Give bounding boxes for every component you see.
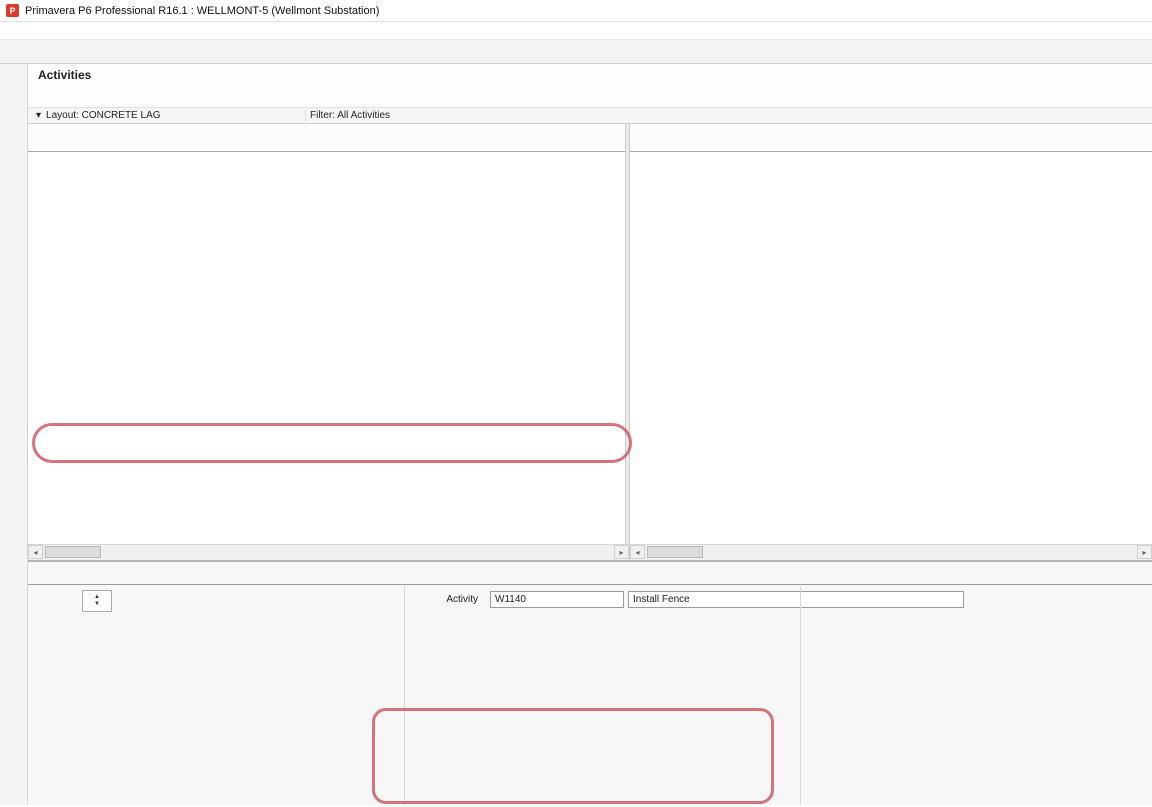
left-icon-bar	[0, 64, 28, 805]
table-header	[28, 124, 625, 152]
layout-label: Layout: CONCRETE LAG	[46, 110, 160, 121]
activity-table	[28, 124, 625, 544]
filter-label[interactable]: Filter: All Activities	[306, 110, 390, 121]
table-hscrollbar[interactable]: ◂ ▸	[28, 545, 630, 560]
layout-bar: ▾ Layout: CONCRETE LAG Filter: All Activ…	[28, 108, 1152, 124]
gantt-rows	[630, 152, 1152, 544]
menu-bar	[0, 22, 1152, 40]
gantt-timescale	[630, 124, 1152, 152]
open-view-tabs	[28, 86, 1152, 108]
gantt-scroll-left-icon[interactable]: ◂	[630, 545, 645, 559]
toolbar	[0, 40, 1152, 64]
activity-id-field[interactable]: W1140	[490, 591, 624, 608]
app-icon: P	[6, 4, 19, 17]
table-rows	[28, 152, 625, 544]
activity-field-label: Activity	[398, 594, 478, 605]
chevron-down-icon: ▾	[36, 110, 41, 121]
table-scroll-thumb[interactable]	[45, 546, 101, 558]
gantt-chart	[630, 124, 1152, 544]
activity-details-panel: ▲▼ Activity W1140 Install Fence	[28, 560, 1152, 806]
scroll-right-icon[interactable]: ▸	[614, 545, 629, 559]
title-bar: P Primavera P6 Professional R16.1 : WELL…	[0, 0, 1152, 22]
gantt-hscrollbar[interactable]: ◂ ▸	[630, 545, 1152, 560]
activity-navigator-spinner[interactable]: ▲▼	[82, 590, 112, 612]
layout-selector[interactable]: ▾ Layout: CONCRETE LAG	[28, 110, 306, 121]
page-title: Activities	[28, 64, 1152, 86]
scroll-left-icon[interactable]: ◂	[28, 545, 43, 559]
activity-name-field[interactable]: Install Fence	[628, 591, 964, 608]
gantt-scroll-thumb[interactable]	[647, 546, 703, 558]
window-title: Primavera P6 Professional R16.1 : WELLMO…	[25, 5, 379, 17]
gantt-scroll-right-icon[interactable]: ▸	[1137, 545, 1152, 559]
